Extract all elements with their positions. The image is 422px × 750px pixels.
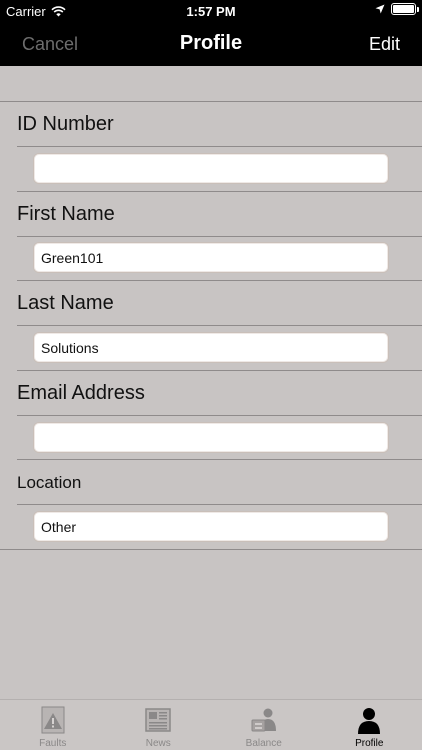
status-bar: Carrier 1:57 PM <box>0 0 422 22</box>
divider <box>17 370 422 371</box>
location-arrow-icon <box>375 4 385 14</box>
divider <box>17 325 422 326</box>
tab-bar: Faults News Balance Profile <box>0 699 422 750</box>
tab-label: News <box>145 738 171 749</box>
newspaper-icon <box>145 708 171 732</box>
email-field[interactable] <box>33 422 389 453</box>
divider <box>17 146 422 147</box>
nav-bar: Cancel Profile Edit <box>0 22 422 66</box>
divider <box>0 549 422 550</box>
person-icon <box>358 708 381 734</box>
tab-profile[interactable]: Profile <box>317 700 422 750</box>
tab-faults[interactable]: Faults <box>0 700 106 750</box>
balance-icon <box>251 708 276 732</box>
edit-button[interactable]: Edit <box>369 34 400 55</box>
tab-balance[interactable]: Balance <box>211 700 317 750</box>
location-field[interactable]: Other <box>33 511 389 542</box>
divider <box>17 415 422 416</box>
divider <box>17 280 422 281</box>
battery-icon <box>391 3 419 15</box>
last-name-field[interactable]: Solutions <box>33 332 389 363</box>
tab-label: Faults <box>39 738 67 749</box>
tab-label: Profile <box>355 738 384 749</box>
divider <box>0 101 422 102</box>
cancel-button[interactable]: Cancel <box>22 34 78 55</box>
first-name-field[interactable]: Green101 <box>33 242 389 273</box>
email-label: Email Address <box>17 382 145 404</box>
status-time: 1:57 PM <box>186 4 236 19</box>
divider <box>17 459 422 460</box>
location-label: Location <box>17 473 82 492</box>
id-number-field[interactable] <box>33 153 389 184</box>
first-name-label: First Name <box>17 203 115 225</box>
divider <box>17 236 422 237</box>
divider <box>17 191 422 192</box>
warning-icon <box>41 706 65 734</box>
divider <box>17 504 422 505</box>
id-number-label: ID Number <box>17 113 114 135</box>
tab-label: Balance <box>245 738 282 749</box>
last-name-label: Last Name <box>17 292 114 314</box>
tab-news[interactable]: News <box>106 700 212 750</box>
